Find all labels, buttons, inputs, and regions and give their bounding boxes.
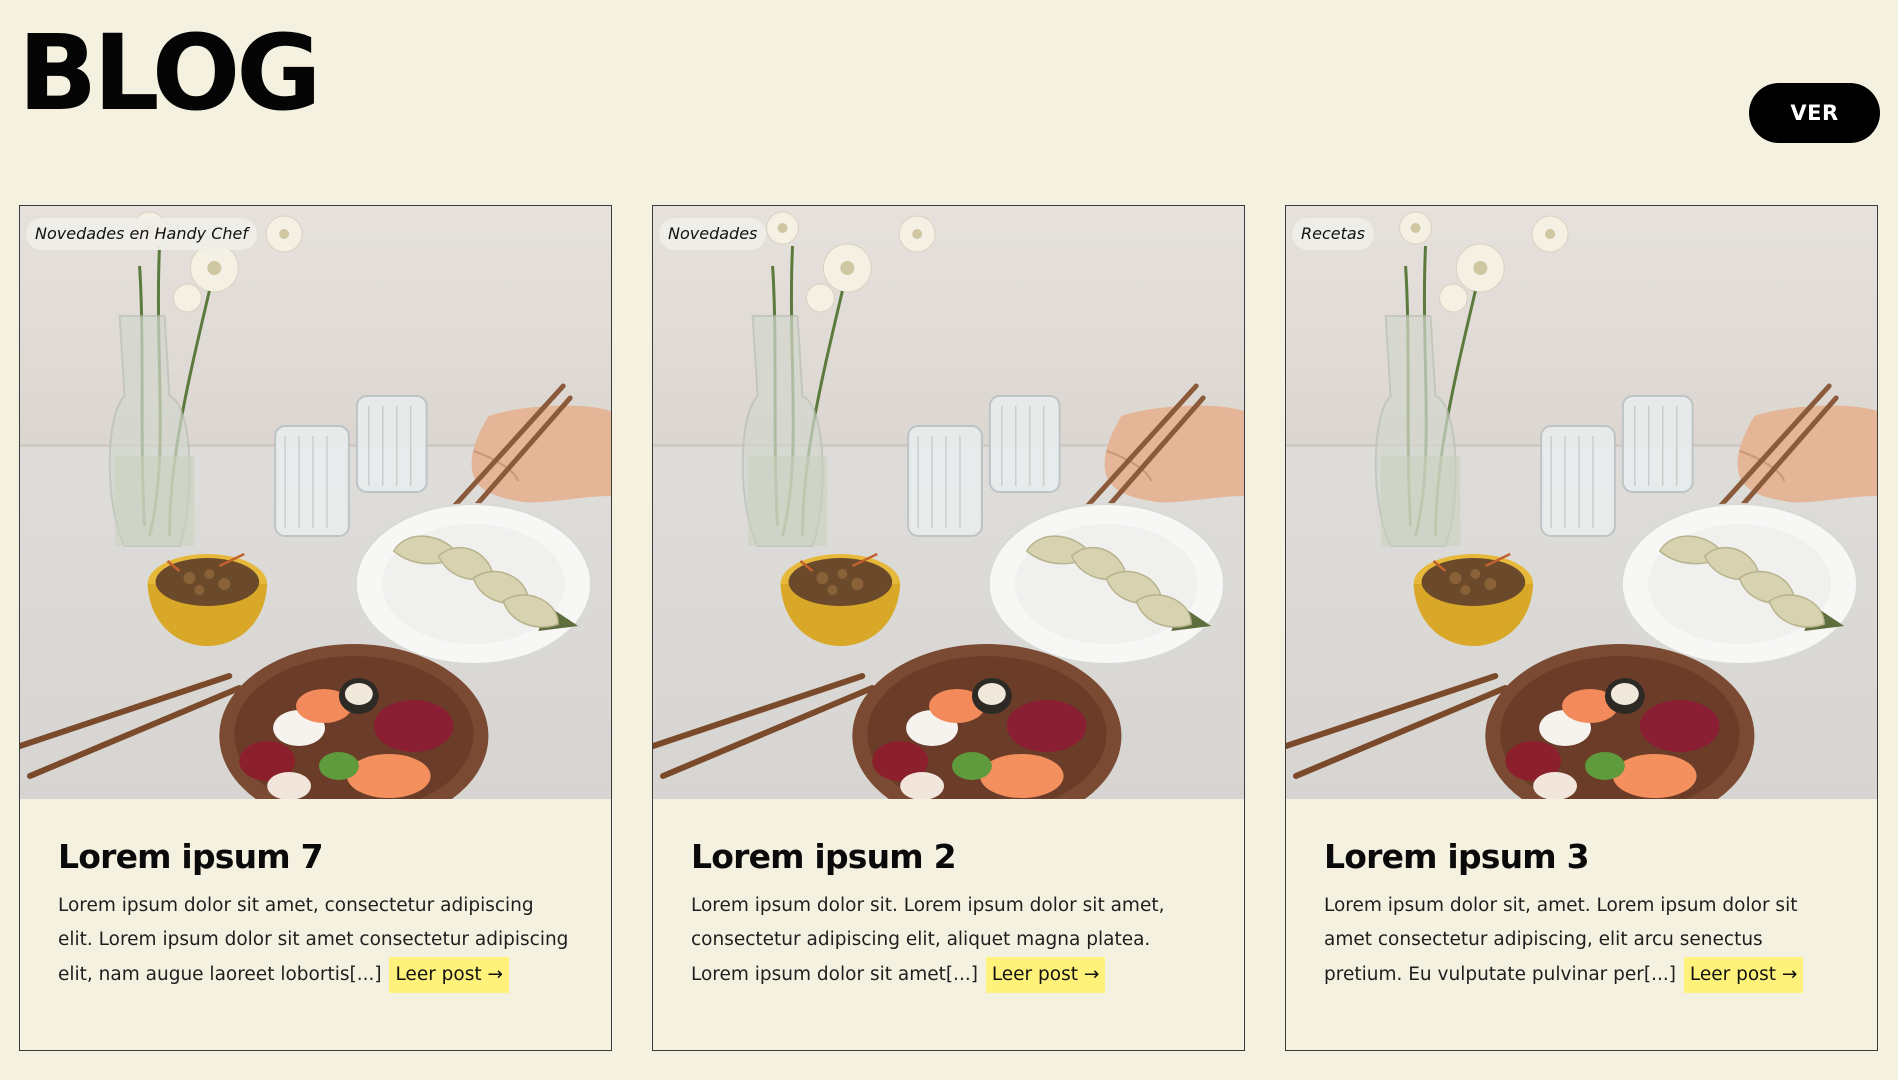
post-body: Lorem ipsum 3 Lorem ipsum dolor sit, ame… — [1286, 799, 1877, 993]
post-body: Lorem ipsum 2 Lorem ipsum dolor sit. Lor… — [653, 799, 1244, 993]
post-image[interactable]: Recetas — [1286, 206, 1877, 799]
post-card[interactable]: Recetas Lorem ipsum 3 Lorem ipsum dolor … — [1285, 205, 1878, 1051]
post-image[interactable]: Novedades en Handy Chef — [20, 206, 611, 799]
post-body: Lorem ipsum 7 Lorem ipsum dolor sit amet… — [20, 799, 611, 993]
view-all-button[interactable]: VER — [1749, 83, 1880, 143]
post-title[interactable]: Lorem ipsum 7 — [58, 837, 573, 876]
read-more-link[interactable]: Leer post → — [985, 957, 1106, 993]
post-title[interactable]: Lorem ipsum 2 — [691, 837, 1206, 876]
post-excerpt: Lorem ipsum dolor sit. Lorem ipsum dolor… — [691, 889, 1206, 993]
post-title[interactable]: Lorem ipsum 3 — [1324, 837, 1839, 876]
category-badge[interactable]: Novedades — [659, 218, 767, 250]
category-badge[interactable]: Novedades en Handy Chef — [26, 218, 257, 250]
post-grid: Novedades en Handy Chef Lorem ipsum 7 Lo… — [19, 205, 1881, 1053]
blog-section: BLOG VER Novedades en Handy Chef Lorem i… — [0, 0, 1898, 1080]
food-photo — [1286, 206, 1877, 799]
post-card[interactable]: Novedades en Handy Chef Lorem ipsum 7 Lo… — [19, 205, 612, 1051]
food-photo — [20, 206, 611, 799]
category-badge[interactable]: Recetas — [1292, 218, 1375, 250]
page-title: BLOG — [18, 12, 322, 134]
food-photo — [653, 206, 1244, 799]
read-more-link[interactable]: Leer post → — [1683, 957, 1804, 993]
post-excerpt: Lorem ipsum dolor sit, amet. Lorem ipsum… — [1324, 889, 1839, 993]
post-image[interactable]: Novedades — [653, 206, 1244, 799]
read-more-link[interactable]: Leer post → — [389, 957, 510, 993]
post-excerpt: Lorem ipsum dolor sit amet, consectetur … — [58, 889, 573, 993]
post-card[interactable]: Novedades Lorem ipsum 2 Lorem ipsum dolo… — [652, 205, 1245, 1051]
